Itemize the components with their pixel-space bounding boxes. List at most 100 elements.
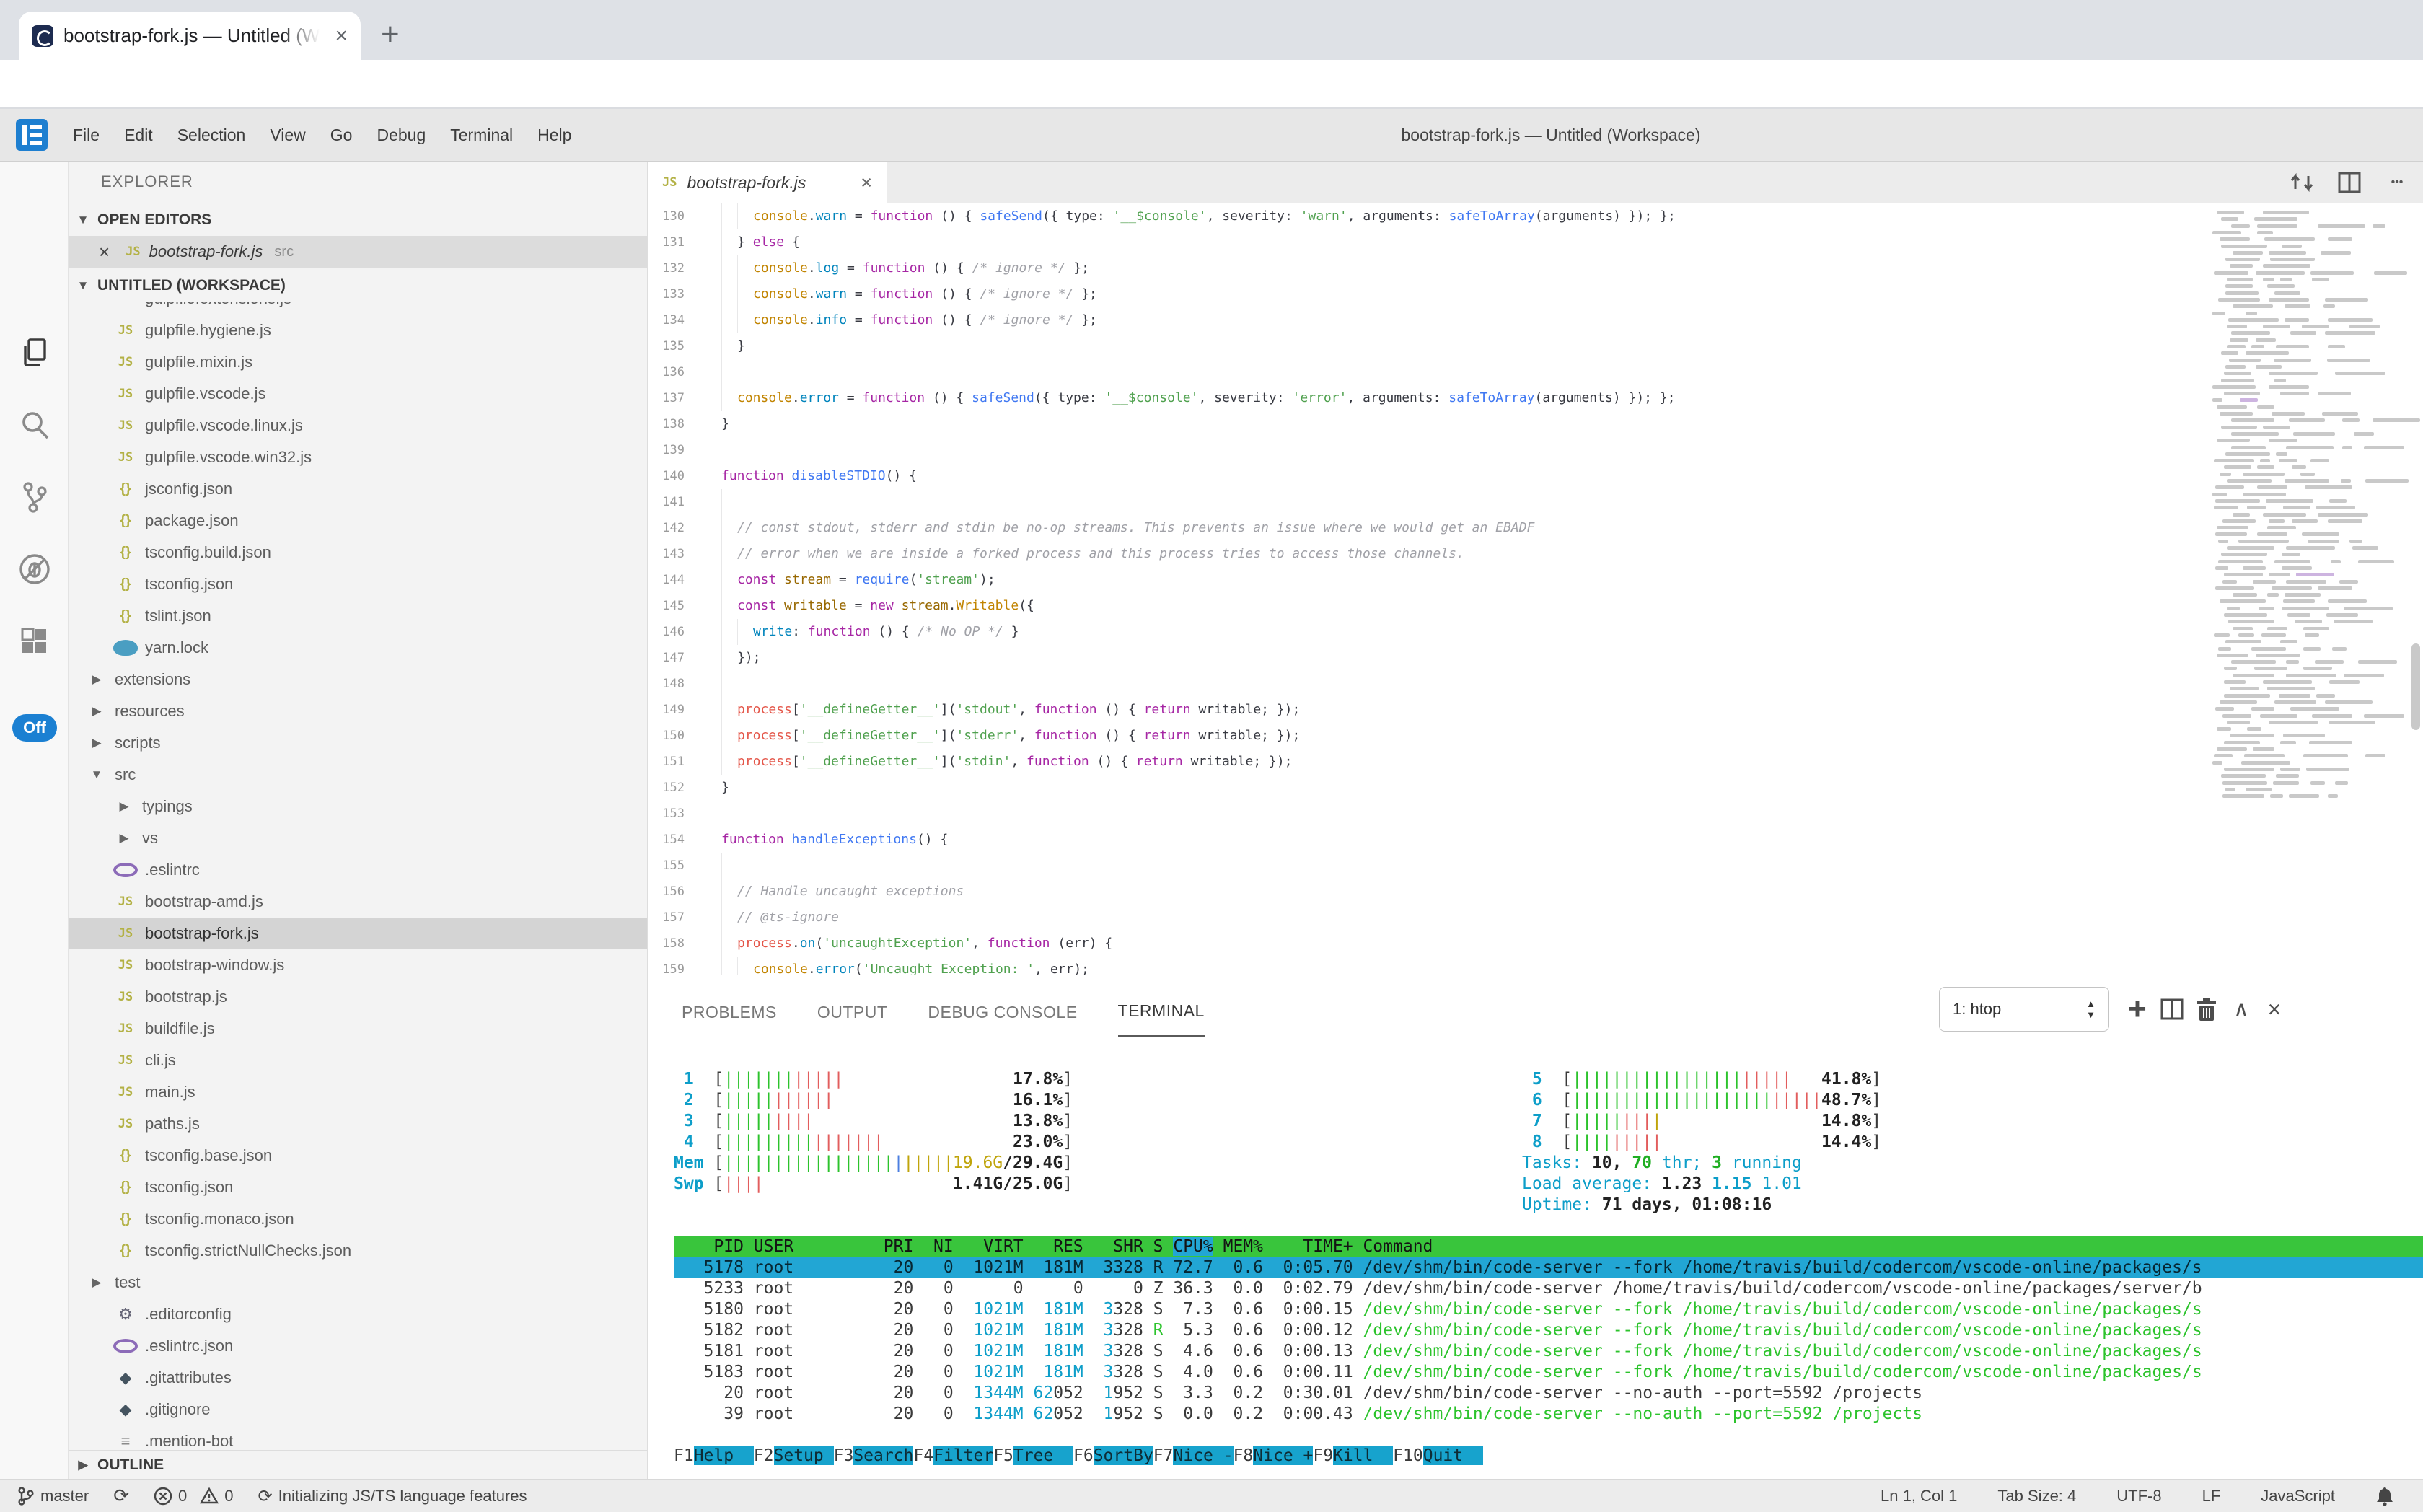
kill-terminal-icon[interactable] (2190, 993, 2223, 1026)
menu-terminal[interactable]: Terminal (438, 126, 525, 145)
panel-tab-terminal[interactable]: TERMINAL (1118, 983, 1205, 1037)
search-icon[interactable] (0, 393, 69, 457)
bell-icon[interactable] (2375, 1486, 2394, 1506)
editor-scrollbar[interactable] (2411, 643, 2420, 730)
eol[interactable]: LF (2202, 1487, 2221, 1506)
tree-item-paths.js[interactable]: JSpaths.js (69, 1108, 648, 1140)
sync-icon[interactable]: ⟳ (113, 1485, 129, 1507)
tree-item-src[interactable]: ▼src (69, 759, 648, 791)
tree-item-gulpfile.extensions.js[interactable]: JSgulpfile.extensions.js (69, 302, 648, 315)
file-tree: JSgulpfile.extensions.jsJSgulpfile.hygie… (69, 302, 648, 1450)
code-line-130: 130console.warn = function () { safeSend… (648, 203, 2423, 229)
cursor-position[interactable]: Ln 1, Col 1 (1881, 1487, 1957, 1506)
close-panel-icon[interactable]: × (2258, 993, 2291, 1026)
tab-size[interactable]: Tab Size: 4 (1997, 1487, 2076, 1506)
tree-item-extensions[interactable]: ▶extensions (69, 664, 648, 695)
tree-item-cli.js[interactable]: JScli.js (69, 1045, 648, 1076)
code-server-logo[interactable] (16, 119, 48, 151)
tree-item-bootstrap-window.js[interactable]: JSbootstrap-window.js (69, 949, 648, 981)
tree-item-vs[interactable]: ▶vs (69, 822, 648, 854)
new-tab-button[interactable]: + (381, 20, 400, 49)
extensions-icon[interactable] (0, 610, 69, 673)
menu-file[interactable]: File (61, 126, 112, 145)
js-icon: JS (113, 926, 138, 941)
language-status[interactable]: ⟳ Initializing JS/TS language features (258, 1486, 527, 1506)
tree-item-bootstrap-amd.js[interactable]: JSbootstrap-amd.js (69, 886, 648, 918)
tree-item-.eslintrc[interactable]: .eslintrc (69, 854, 648, 886)
minimap[interactable] (2209, 211, 2404, 809)
menu-view[interactable]: View (258, 126, 317, 145)
language-mode[interactable]: JavaScript (2261, 1487, 2335, 1506)
code-line-134: 134console.info = function () { /* ignor… (648, 307, 2423, 333)
tree-item-.editorconfig[interactable]: ⚙.editorconfig (69, 1298, 648, 1330)
tree-item-bootstrap.js[interactable]: JSbootstrap.js (69, 981, 648, 1013)
problems-indicator[interactable]: 0 0 (154, 1487, 234, 1506)
folder-chevron-icon: ▶ (86, 1275, 107, 1290)
workspace-header[interactable]: ▼ UNTITLED (WORKSPACE) (69, 270, 648, 302)
editor-tab[interactable]: JS bootstrap-fork.js × (648, 162, 887, 203)
tree-item-typings[interactable]: ▶typings (69, 791, 648, 822)
close-tab-icon[interactable]: × (861, 172, 872, 194)
close-editor-icon[interactable]: × (99, 241, 110, 263)
tree-item-resources[interactable]: ▶resources (69, 695, 648, 727)
tree-item-gulpfile.hygiene.js[interactable]: JSgulpfile.hygiene.js (69, 315, 648, 346)
tree-item-tsconfig.build.json[interactable]: {}tsconfig.build.json (69, 537, 648, 568)
debug-disabled-icon[interactable] (0, 537, 69, 601)
tree-item-gulpfile.vscode.js[interactable]: JSgulpfile.vscode.js (69, 378, 648, 410)
terminal-select[interactable]: 1: htop ▲▼ (1939, 987, 2109, 1032)
open-editor-item[interactable]: × JS bootstrap-fork.js src (69, 236, 648, 268)
explorer-icon[interactable] (0, 321, 69, 384)
tree-item-tsconfig.json[interactable]: {}tsconfig.json (69, 1172, 648, 1203)
tree-item-tsconfig.strictNullChecks.json[interactable]: {}tsconfig.strictNullChecks.json (69, 1235, 648, 1267)
tree-item-package.json[interactable]: {}package.json (69, 505, 648, 537)
tab-close-icon[interactable]: × (335, 24, 348, 48)
menu-selection[interactable]: Selection (165, 126, 258, 145)
panel-tab-output[interactable]: OUTPUT (817, 984, 888, 1037)
terminal-line: 4 [||||||||||||||||23.0%] 8 [|||||||||14… (674, 1132, 2423, 1153)
tree-item-.eslintrc.json[interactable]: .eslintrc.json (69, 1330, 648, 1362)
menu-edit[interactable]: Edit (112, 126, 165, 145)
tree-item-.mention-bot[interactable]: ≡.mention-bot (69, 1425, 648, 1450)
tree-item-tslint.json[interactable]: {}tslint.json (69, 600, 648, 632)
json-icon: {} (113, 576, 138, 592)
menu-debug[interactable]: Debug (364, 126, 438, 145)
tree-item-gulpfile.vscode.win32.js[interactable]: JSgulpfile.vscode.win32.js (69, 441, 648, 473)
split-terminal-icon[interactable] (2155, 993, 2189, 1026)
panel-tab-problems[interactable]: PROBLEMS (682, 984, 777, 1037)
open-editors-header[interactable]: ▼ OPEN EDITORS (69, 204, 648, 236)
tree-item-buildfile.js[interactable]: JSbuildfile.js (69, 1013, 648, 1045)
source-control-icon[interactable] (0, 465, 69, 529)
tree-item-tsconfig.monaco.json[interactable]: {}tsconfig.monaco.json (69, 1203, 648, 1235)
code-editor[interactable]: 130console.warn = function () { safeSend… (648, 203, 2423, 975)
branch-indicator[interactable]: master (17, 1486, 89, 1506)
maximize-panel-icon[interactable]: ∧ (2225, 993, 2258, 1026)
tree-item-.gitattributes[interactable]: ◆.gitattributes (69, 1362, 648, 1394)
tree-item-bootstrap-fork.js[interactable]: JSbootstrap-fork.js (69, 918, 648, 949)
sync-changes-icon[interactable] (2285, 166, 2318, 199)
git-icon: ◆ (113, 1400, 138, 1419)
outline-header[interactable]: ▶ OUTLINE (69, 1450, 648, 1479)
new-terminal-icon[interactable]: + (2121, 993, 2154, 1026)
terminal-line: Swp [||||1.41G/25.0G]Load average: 1.23 … (674, 1174, 2423, 1195)
tree-item-test[interactable]: ▶test (69, 1267, 648, 1298)
menu-go[interactable]: Go (318, 126, 365, 145)
section-chevron-icon: ▼ (69, 278, 97, 293)
tree-item-.gitignore[interactable]: ◆.gitignore (69, 1394, 648, 1425)
tree-item-tsconfig.json[interactable]: {}tsconfig.json (69, 568, 648, 600)
encoding[interactable]: UTF-8 (2116, 1487, 2161, 1506)
online-toggle-badge[interactable]: Off (12, 714, 57, 742)
more-actions-icon[interactable]: ••• (2380, 166, 2414, 199)
tree-item-main.js[interactable]: JSmain.js (69, 1076, 648, 1108)
code-line-158: 158process.on('uncaughtException', funct… (648, 931, 2423, 957)
panel-tab-debug-console[interactable]: DEBUG CONSOLE (928, 984, 1077, 1037)
terminal[interactable]: 1 [||||||||||||17.8%] 5 [|||||||||||||||… (674, 1069, 2423, 1467)
tree-item-yarn.lock[interactable]: yarn.lock (69, 632, 648, 664)
menu-help[interactable]: Help (525, 126, 584, 145)
tree-item-gulpfile.vscode.linux.js[interactable]: JSgulpfile.vscode.linux.js (69, 410, 648, 441)
split-editor-icon[interactable] (2333, 166, 2366, 199)
tree-item-jsconfig.json[interactable]: {}jsconfig.json (69, 473, 648, 505)
tree-item-scripts[interactable]: ▶scripts (69, 727, 648, 759)
tree-item-gulpfile.mixin.js[interactable]: JSgulpfile.mixin.js (69, 346, 648, 378)
browser-tab[interactable]: bootstrap-fork.js — Untitled (W × (19, 12, 361, 60)
tree-item-tsconfig.base.json[interactable]: {}tsconfig.base.json (69, 1140, 648, 1172)
